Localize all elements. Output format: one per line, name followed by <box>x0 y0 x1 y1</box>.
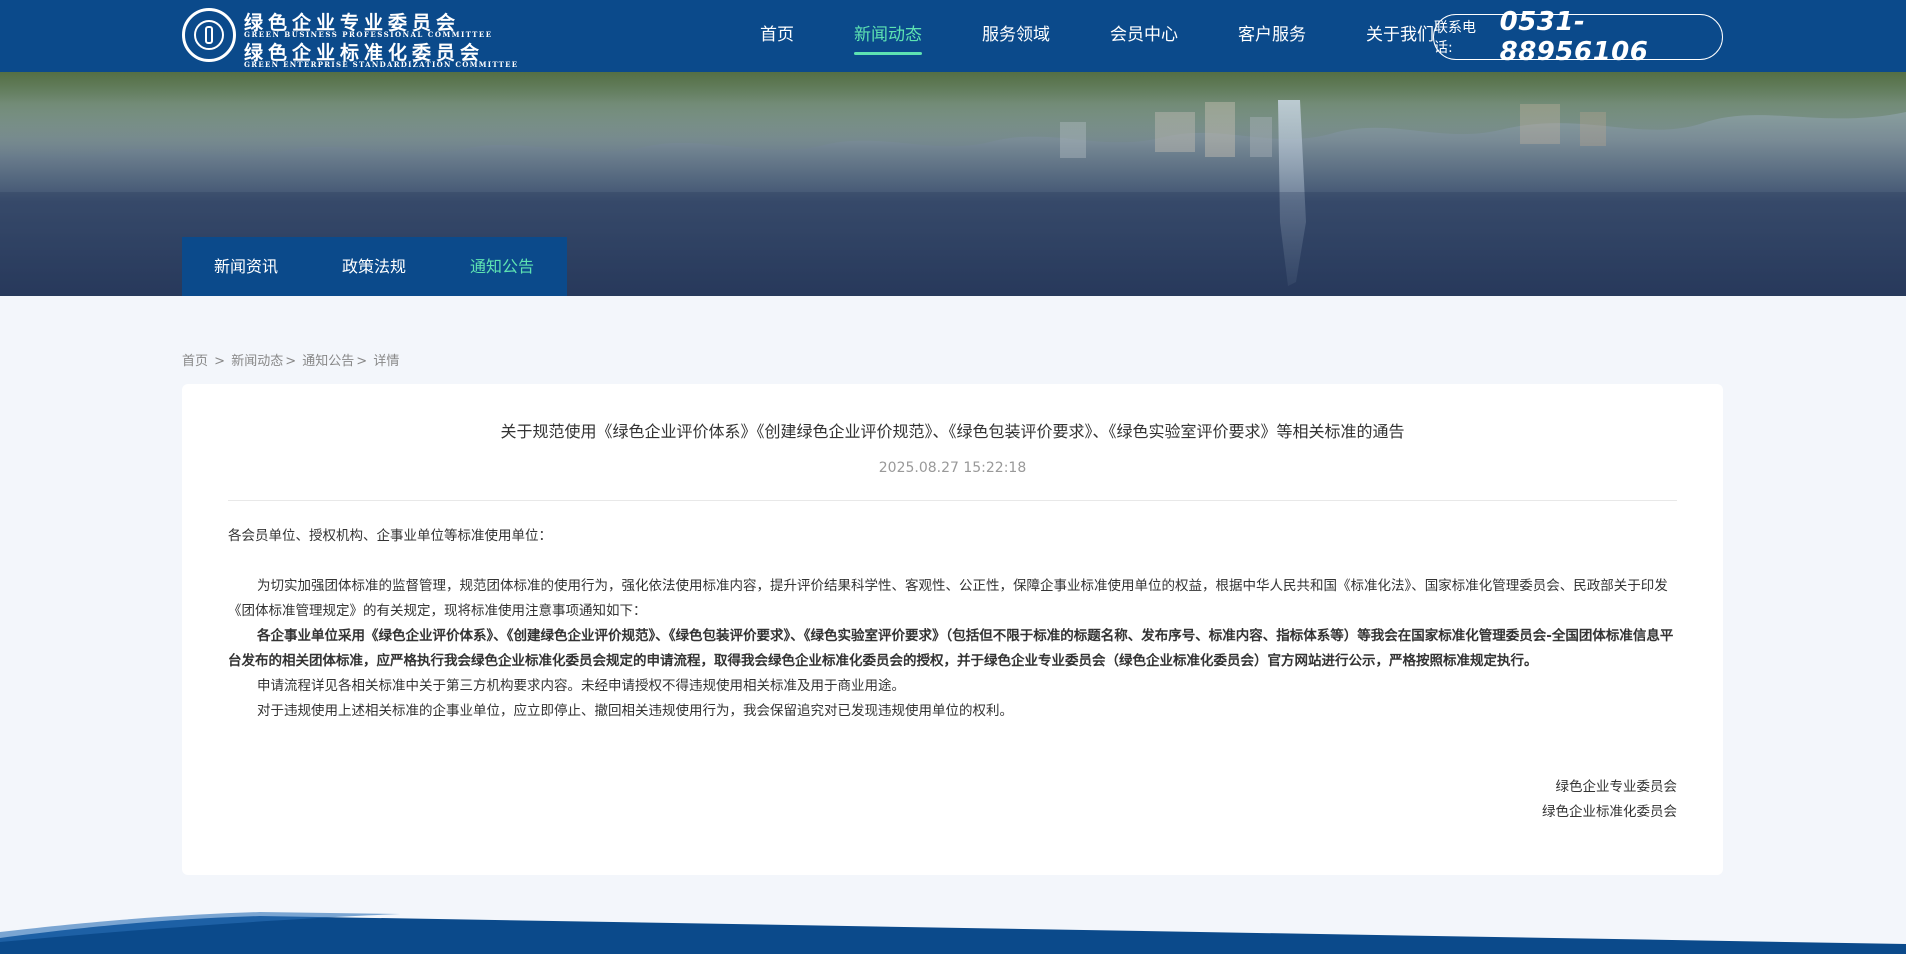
breadcrumb-home[interactable]: 首页 <box>182 354 208 369</box>
breadcrumb-separator: > <box>285 354 297 369</box>
site-header: 绿色企业专业委员会 GREEN BUSINESS PROFESSIONAL CO… <box>0 0 1906 72</box>
nav-item-home[interactable]: 首页 <box>730 0 824 72</box>
breadcrumb-news[interactable]: 新闻动态 <box>231 354 283 369</box>
breadcrumb-separator: > <box>356 354 368 369</box>
signature-line: 绿色企业专业委员会 <box>1555 779 1678 795</box>
nav-item-services[interactable]: 服务领域 <box>952 0 1080 72</box>
phone-label: 联系电话: <box>1434 20 1476 56</box>
article-paragraph: 申请流程详见各相关标准中关于第三方机构要求内容。未经申请授权不得违规使用相关标准… <box>257 678 905 694</box>
nav-item-news[interactable]: 新闻动态 <box>824 0 952 72</box>
contact-phone[interactable]: 联系电话: 0531-88956106 <box>1433 7 1723 67</box>
footer-decoration <box>0 912 1906 954</box>
breadcrumb-notices[interactable]: 通知公告 <box>302 354 354 369</box>
title-divider <box>228 500 1677 501</box>
site-logo[interactable]: 绿色企业专业委员会 GREEN BUSINESS PROFESSIONAL CO… <box>182 8 517 69</box>
phone-number: 0531-88956106 <box>1499 7 1649 67</box>
subnav-item-notices[interactable]: 通知公告 <box>438 237 566 296</box>
article-paragraph: 对于违规使用上述相关标准的企事业单位，应立即停止、撤回相关违规使用行为，我会保留… <box>257 703 1013 719</box>
article-signature: 绿色企业专业委员会 绿色企业标准化委员会 <box>1542 775 1677 825</box>
logo-name-en-2: GREEN ENTERPRISE STANDARDIZATION COMMITT… <box>244 60 519 69</box>
article-card: 关于规范使用《绿色企业评价体系》《创建绿色企业评价规范》、《绿色包装评价要求》、… <box>182 384 1723 875</box>
breadcrumb: 首页 > 新闻动态 > 通知公告 > 详情 <box>182 350 399 369</box>
article-body: 各会员单位、授权机构、企事业单位等标准使用单位： 为切实加强团体标准的监督管理，… <box>228 524 1677 724</box>
article-date: 2025.08.27 15:22:18 <box>878 460 1027 476</box>
article-title: 关于规范使用《绿色企业评价体系》《创建绿色企业评价规范》、《绿色包装评价要求》、… <box>500 422 1405 441</box>
logo-emblem-icon <box>182 8 236 62</box>
sub-nav: 新闻资讯 政策法规 通知公告 <box>182 237 567 296</box>
nav-item-customer-service[interactable]: 客户服务 <box>1208 0 1336 72</box>
article-greeting: 各会员单位、授权机构、企事业单位等标准使用单位： <box>228 528 552 544</box>
article-paragraph: 为切实加强团体标准的监督管理，规范团体标准的使用行为，强化依法使用标准内容，提升… <box>228 578 1668 619</box>
nav-item-members[interactable]: 会员中心 <box>1080 0 1208 72</box>
signature-line: 绿色企业标准化委员会 <box>1542 804 1677 820</box>
article-paragraph-emphasis: 各企事业单位采用《绿色企业评价体系》、《创建绿色企业评价规范》、《绿色包装评价要… <box>228 628 1674 669</box>
breadcrumb-current: 详情 <box>373 354 400 369</box>
breadcrumb-separator: > <box>214 354 226 369</box>
subnav-item-policy[interactable]: 政策法规 <box>310 237 438 296</box>
subnav-item-news[interactable]: 新闻资讯 <box>182 237 310 296</box>
main-nav: 首页 新闻动态 服务领域 会员中心 客户服务 关于我们 <box>730 0 1464 72</box>
